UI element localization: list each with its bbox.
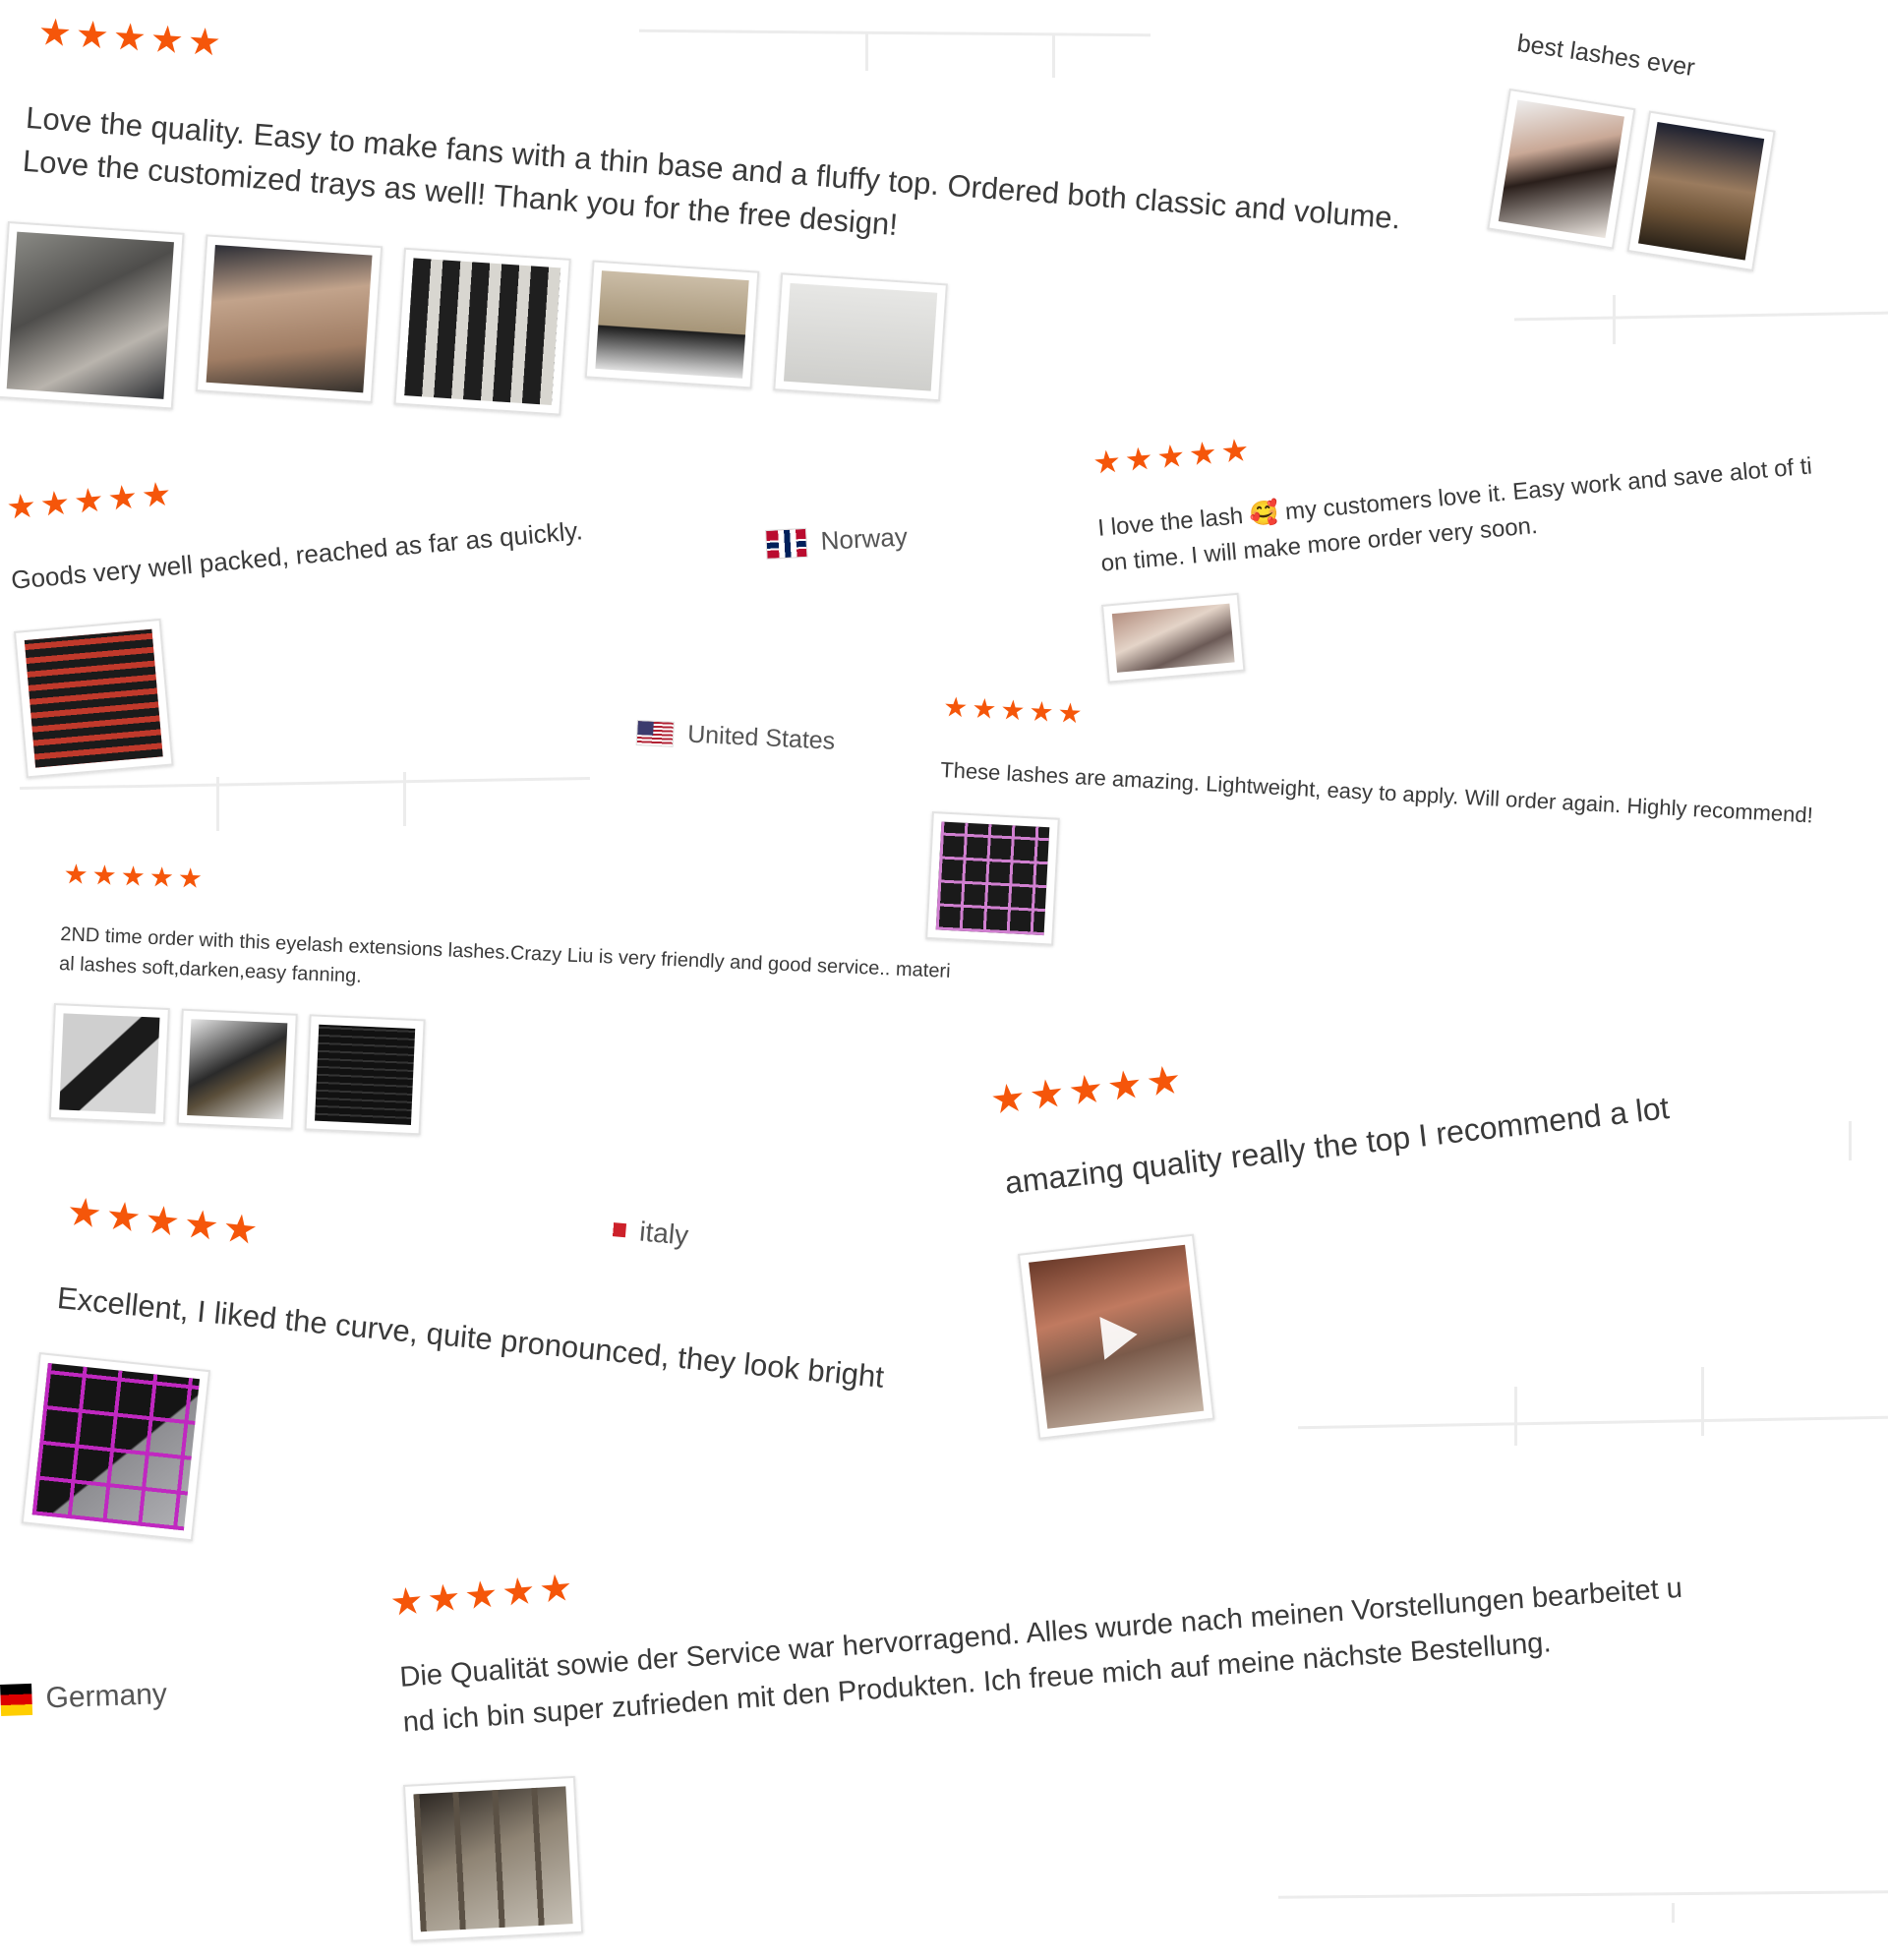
review-text: These lashes are amazing. Lightweight, e… [939, 757, 1814, 828]
grid-tick [1849, 1121, 1852, 1160]
review-9: ★★★★★ [64, 1190, 265, 1254]
review-photo[interactable] [176, 1008, 298, 1130]
play-icon[interactable] [1099, 1312, 1141, 1360]
grid-tick [1514, 1387, 1517, 1446]
grid-tick [1701, 1367, 1704, 1436]
review-photo[interactable] [195, 234, 384, 403]
rating-stars: ★★★★★ [62, 859, 207, 895]
italy-flag-icon [587, 1219, 627, 1238]
review-photo[interactable] [584, 260, 760, 389]
review-7: ★★★★★ [62, 859, 207, 895]
review-photo[interactable] [1487, 89, 1636, 250]
review-4: ★★★★★ [1091, 431, 1255, 481]
review-photo[interactable] [21, 1352, 211, 1542]
country-label: italy [638, 1216, 690, 1251]
rating-stars: ★★★★★ [64, 1190, 265, 1254]
grid-tick [1613, 295, 1616, 344]
germany-flag-icon [0, 1683, 33, 1716]
review-photo[interactable] [1626, 110, 1776, 272]
grid-tick [865, 31, 868, 71]
review-10: ★★★★★ [387, 1567, 579, 1625]
review-10-country: Germany [0, 1678, 167, 1717]
grid-tick [1672, 1903, 1675, 1923]
rating-stars: ★★★★★ [942, 691, 1088, 730]
review-photo[interactable] [393, 247, 571, 416]
us-flag-icon [635, 719, 675, 747]
country-label: Norway [819, 521, 909, 557]
smiling-face-emoji-icon: 🥰 [1248, 499, 1280, 529]
grid-tick [216, 777, 219, 831]
review-9-photos [21, 1352, 211, 1542]
review-text: Goods very well packed, reached as far a… [10, 515, 584, 595]
review-3: ★★★★★ [4, 474, 177, 527]
norway-flag-icon [765, 527, 808, 560]
rating-stars: ★★★★★ [987, 1057, 1188, 1123]
review-photo[interactable] [304, 1014, 426, 1136]
grid-line [1514, 311, 1888, 322]
review-photo[interactable] [773, 272, 948, 402]
review-3-photos [14, 618, 174, 779]
grid-line [1277, 1890, 1888, 1899]
review-8-video [1018, 1233, 1215, 1440]
grid-line [20, 776, 590, 791]
grid-tick [1052, 33, 1055, 78]
review-6-photos [925, 811, 1060, 946]
review-photo[interactable] [14, 618, 174, 779]
grid-line [1298, 1415, 1888, 1430]
review-photo[interactable] [925, 811, 1060, 946]
review-1-photos [0, 221, 948, 460]
review-2-photos [1487, 89, 1776, 272]
review-3-country: Norway [765, 521, 909, 560]
review-3-body: Goods very well packed, reached as far a… [10, 515, 584, 596]
review-photo[interactable] [0, 221, 185, 410]
rating-stars: ★★★★★ [4, 474, 177, 527]
review-6-body: These lashes are amazing. Lightweight, e… [940, 757, 1814, 828]
review-collage: ★★★★★ Love the quality. Easy to make fan… [0, 0, 1888, 1960]
review-text: best lashes ever [1515, 30, 1697, 83]
review-7-photos [48, 1003, 426, 1136]
review-photo[interactable] [48, 1003, 170, 1125]
review-10-photos [403, 1775, 584, 1942]
review-5-country: United States [635, 718, 836, 756]
review-video-thumbnail[interactable] [1018, 1233, 1215, 1440]
review-1: ★★★★★ [36, 12, 227, 65]
grid-line [638, 29, 1151, 37]
review-7-body: 2ND time order with this eyelash extensi… [58, 920, 951, 1016]
review-6: ★★★★★ [942, 691, 1088, 730]
rating-stars: ★★★★★ [1091, 431, 1255, 481]
review-4-photos [1101, 592, 1246, 683]
country-label: United States [686, 720, 836, 755]
review-photo[interactable] [1101, 592, 1246, 683]
review-8: ★★★★★ [987, 1057, 1188, 1123]
review-2: best lashes ever [1515, 30, 1696, 83]
review-9-country: italy [587, 1212, 689, 1252]
grid-tick [403, 772, 406, 826]
rating-stars: ★★★★★ [36, 12, 227, 65]
review-10-body: Die Qualität sowie der Service war hervo… [398, 1566, 1687, 1746]
country-label: Germany [44, 1678, 168, 1715]
review-photo[interactable] [403, 1775, 584, 1942]
rating-stars: ★★★★★ [387, 1567, 579, 1625]
